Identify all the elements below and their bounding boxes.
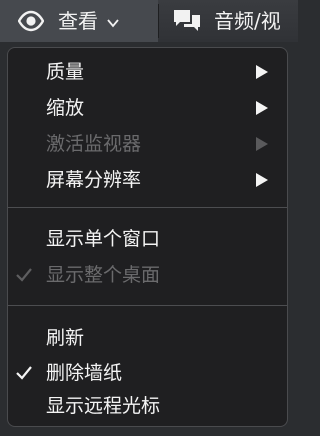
submenu-arrow-icon xyxy=(256,101,268,115)
menu-item-remove-wallpaper[interactable]: 删除墙纸 xyxy=(8,355,287,391)
menu-item-label: 缩放 xyxy=(46,96,85,119)
toolbar-divider xyxy=(158,4,159,38)
view-menu-button[interactable]: 查看 xyxy=(0,0,158,42)
audio-video-menu-button[interactable]: 音频/视 xyxy=(172,0,281,42)
checkmark-icon xyxy=(16,366,32,380)
audio-video-menu-label: 音频/视 xyxy=(214,9,281,33)
menu-item-show-entire-desktop: 显示整个桌面 xyxy=(8,257,287,293)
menu-item-screen-resolution[interactable]: 屏幕分辨率 xyxy=(8,162,287,198)
view-menu-label: 查看 xyxy=(58,9,98,33)
menu-item-label: 显示整个桌面 xyxy=(46,263,161,286)
menu-item-label: 删除墙纸 xyxy=(46,361,123,384)
menu-item-label: 质量 xyxy=(46,60,85,83)
submenu-arrow-icon xyxy=(256,65,268,79)
submenu-arrow-icon xyxy=(256,137,268,151)
toolbar: 查看 音频/视 xyxy=(0,0,298,42)
menu-divider xyxy=(8,305,287,306)
checkmark-icon xyxy=(16,268,32,282)
submenu-arrow-icon xyxy=(256,173,268,187)
chevron-down-icon xyxy=(107,19,119,28)
menu-item-show-remote-cursor[interactable]: 显示远程光标 xyxy=(8,388,287,424)
menu-item-label: 显示单个窗口 xyxy=(46,227,161,250)
menu-item-refresh[interactable]: 刷新 xyxy=(8,320,287,356)
menu-item-show-single-window[interactable]: 显示单个窗口 xyxy=(8,221,287,257)
menu-item-label: 激活监视器 xyxy=(46,132,142,155)
menu-item-label: 显示远程光标 xyxy=(46,394,161,417)
menu-item-label: 屏幕分辨率 xyxy=(46,168,142,191)
view-dropdown-menu: 质量 缩放 激活监视器 屏幕分辨率 显示单个窗口 显示整个桌面 刷新 删除墙纸 … xyxy=(7,47,288,427)
eye-icon xyxy=(18,10,44,32)
menu-item-quality[interactable]: 质量 xyxy=(8,54,287,90)
menu-divider xyxy=(8,207,287,208)
menu-item-label: 刷新 xyxy=(46,326,85,349)
chat-bubbles-icon xyxy=(174,10,200,31)
menu-item-activate-monitor: 激活监视器 xyxy=(8,126,287,162)
menu-item-zoom[interactable]: 缩放 xyxy=(8,90,287,126)
